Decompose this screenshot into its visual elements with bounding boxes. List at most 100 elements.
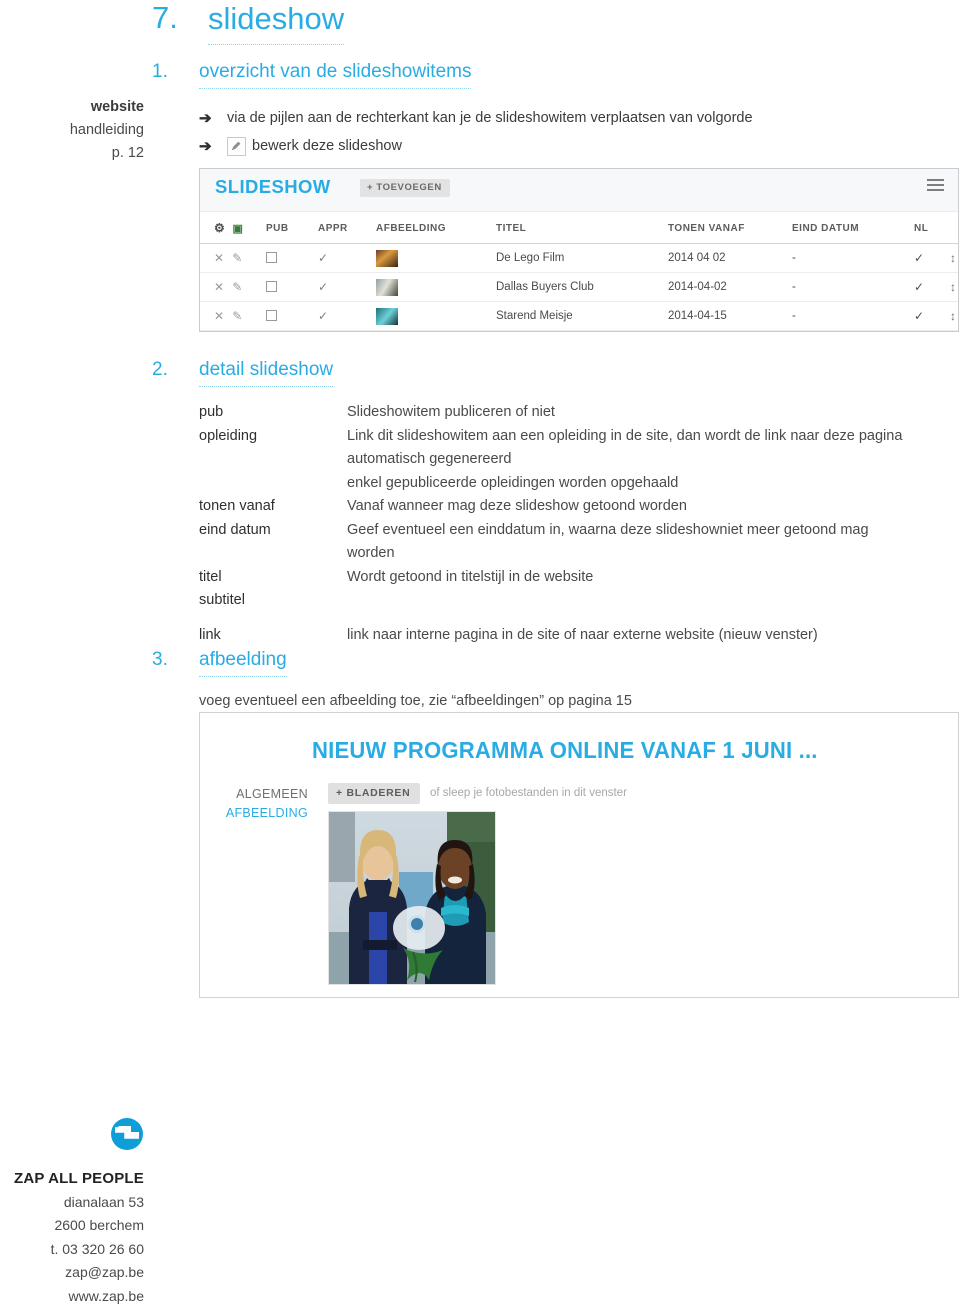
definition-line: worden [347,545,395,561]
edit-icon[interactable]: ✎ [232,251,242,265]
section-2-heading: 2. detail slideshow [152,358,922,387]
cell-appr: ✓ [318,272,376,302]
edit-icon[interactable]: ✎ [232,309,242,323]
cell-pub[interactable] [266,272,318,302]
pencil-icon [227,136,246,156]
delete-icon[interactable]: ✕ [214,251,224,265]
definition-line: enkel gepubliceerde opleidingen worden o… [347,474,679,491]
definition-term: titel [199,568,222,585]
column-tonen-vanaf: TONEN VANAF [668,212,792,244]
bullet-text: via de pijlen aan de rechterkant kan je … [227,110,753,126]
app-title: SLIDESHOW [215,176,331,197]
cell-appr: ✓ [318,301,376,331]
delete-icon[interactable]: ✕ [214,309,224,323]
section-3-heading: 3. afbeelding [152,648,922,677]
pub-checkbox[interactable] [266,309,277,321]
hamburger-icon[interactable] [927,179,944,192]
main-content: 7. slideshow 1. overzicht van de slideshow… [152,0,960,1316]
table-row[interactable]: ✕ ✎ ✓ jpg slideshow 2014-04-16 - ✓ ↕ [200,330,958,331]
definition-description: Slideshowitem publiceren of niet [347,404,555,420]
cell-pub[interactable] [266,243,318,273]
row-actions[interactable]: ✕ ✎ [200,301,266,331]
section-1-number: 1. [152,61,168,82]
cell-pub[interactable] [266,330,318,331]
company-street: dianalaan 53 [63,1193,144,1210]
definition-row: titel Wordt getoond in titelstijl in de … [199,566,959,590]
definition-term: link [199,626,221,643]
company-website[interactable]: www.zap.be [0,1285,144,1309]
pub-checkbox[interactable] [266,280,277,292]
section-3-note: voeg eventueel een afbeelding toe, zie “… [199,693,632,709]
delete-icon[interactable]: ✕ [214,280,224,294]
cell-tonen-vanaf: 2014-04-15 [668,301,792,331]
footer-contact-block: ZAP ALL PEOPLE dianalaan 53 2600 berchem… [0,1117,144,1308]
nav-tab-algemeen[interactable]: ALGEMEEN [222,785,308,804]
zap-logo-icon [111,1118,143,1150]
reorder-arrows-icon[interactable]: ↕ [950,251,956,265]
definition-row: pub Slideshowitem publiceren of niet [199,401,959,425]
nav-tab-afbeelding[interactable]: AFBEELDING [222,804,308,823]
cell-reorder[interactable]: ↕ [950,243,958,273]
definition-row: tonen vanaf Vanaf wanneer mag deze slide… [199,495,959,519]
gear-icon[interactable]: ⚙ [214,221,225,235]
excel-icon[interactable]: ▣ [233,223,244,235]
table-row[interactable]: ✕ ✎ ✓ Starend Meisje 2014-04-15 - ✓ ↕ [200,301,958,331]
dropzone-hint-text: of sleep je fotobestanden in dit venster [430,787,627,799]
browse-files-button[interactable]: + BLADEREN [328,783,421,804]
definition-term: tonen vanaf [199,498,275,514]
definition-row: link link naar interne pagina in de site… [199,624,959,648]
cell-reorder[interactable]: ↕ [950,330,958,331]
thumbnail-image [376,278,398,296]
add-item-button[interactable]: + TOEVOEGEN [360,179,450,197]
arrow-right-icon: ➔ [199,110,212,127]
definition-row: opleiding Link dit slideshowitem aan een… [199,425,959,496]
row-actions[interactable]: ✕ ✎ [200,272,266,302]
definition-description: link naar interne pagina in de site of n… [347,626,818,643]
cell-titel: Dallas Buyers Club [496,272,668,302]
cell-nl: ✓ [914,272,950,302]
approved-check-icon: ✓ [318,280,329,294]
cell-reorder[interactable]: ↕ [950,301,958,331]
reorder-arrows-icon[interactable]: ↕ [950,309,956,323]
cell-titel: Starend Meisje [496,301,668,331]
meta-page-number: p. 12 [111,145,144,161]
definition-description [347,589,959,613]
column-reorder [950,212,958,244]
company-name: ZAP ALL PEOPLE [13,1170,144,1187]
column-actions: ⚙ ▣ [200,212,266,244]
reorder-arrows-icon[interactable]: ↕ [950,280,956,294]
column-afbeelding: AFBEELDING [376,212,496,244]
arrow-right-icon: ➔ [199,138,212,155]
edit-icon[interactable]: ✎ [232,280,242,294]
table-row[interactable]: ✕ ✎ ✓ De Lego Film 2014 04 02 - ✓ ↕ [200,243,958,273]
company-email[interactable]: zap@zap.be [0,1261,144,1285]
section-2-definitions: pub Slideshowitem publiceren of niet opl… [199,401,959,647]
section-1-title: overzicht van de slideshowitems [199,60,472,89]
section-2-title: detail slideshow [199,358,334,387]
cell-pub[interactable] [266,301,318,331]
nl-check-icon: ✓ [914,280,925,294]
table-row[interactable]: ✕ ✎ ✓ Dallas Buyers Club 2014-04-02 - ✓ … [200,272,958,302]
pub-checkbox[interactable] [266,251,277,263]
thumbnail-image [376,249,398,267]
cell-tonen-vanaf: 2014 04 02 [668,243,792,273]
row-actions[interactable]: ✕ ✎ [200,330,266,331]
bullet-item: ➔ bewerk deze slideshow [199,132,919,160]
definition-row: subtitel [199,589,959,613]
definition-description: Geef eventueel een einddatum in, waarna … [347,519,959,566]
section-3-number: 3. [152,649,168,670]
section-2-number: 2. [152,359,168,380]
cell-nl: ✓ [914,243,950,273]
cell-titel: jpg slideshow [496,330,668,331]
nl-check-icon: ✓ [914,251,925,265]
cell-reorder[interactable]: ↕ [950,272,958,302]
cell-nl: ✓ [914,330,950,331]
row-actions[interactable]: ✕ ✎ [200,243,266,273]
cell-tonen-vanaf: 2014-04-02 [668,272,792,302]
approved-check-icon: ✓ [318,309,329,323]
approved-check-icon: ✓ [318,251,329,265]
slideshow-items-table: ⚙ ▣ PUB APPR AFBEELDING TITEL TONEN VANA… [200,212,958,331]
column-pub: PUB [266,212,318,244]
definition-description: Link dit slideshowitem aan een opleiding… [347,425,959,496]
meta-website: website [90,99,144,115]
